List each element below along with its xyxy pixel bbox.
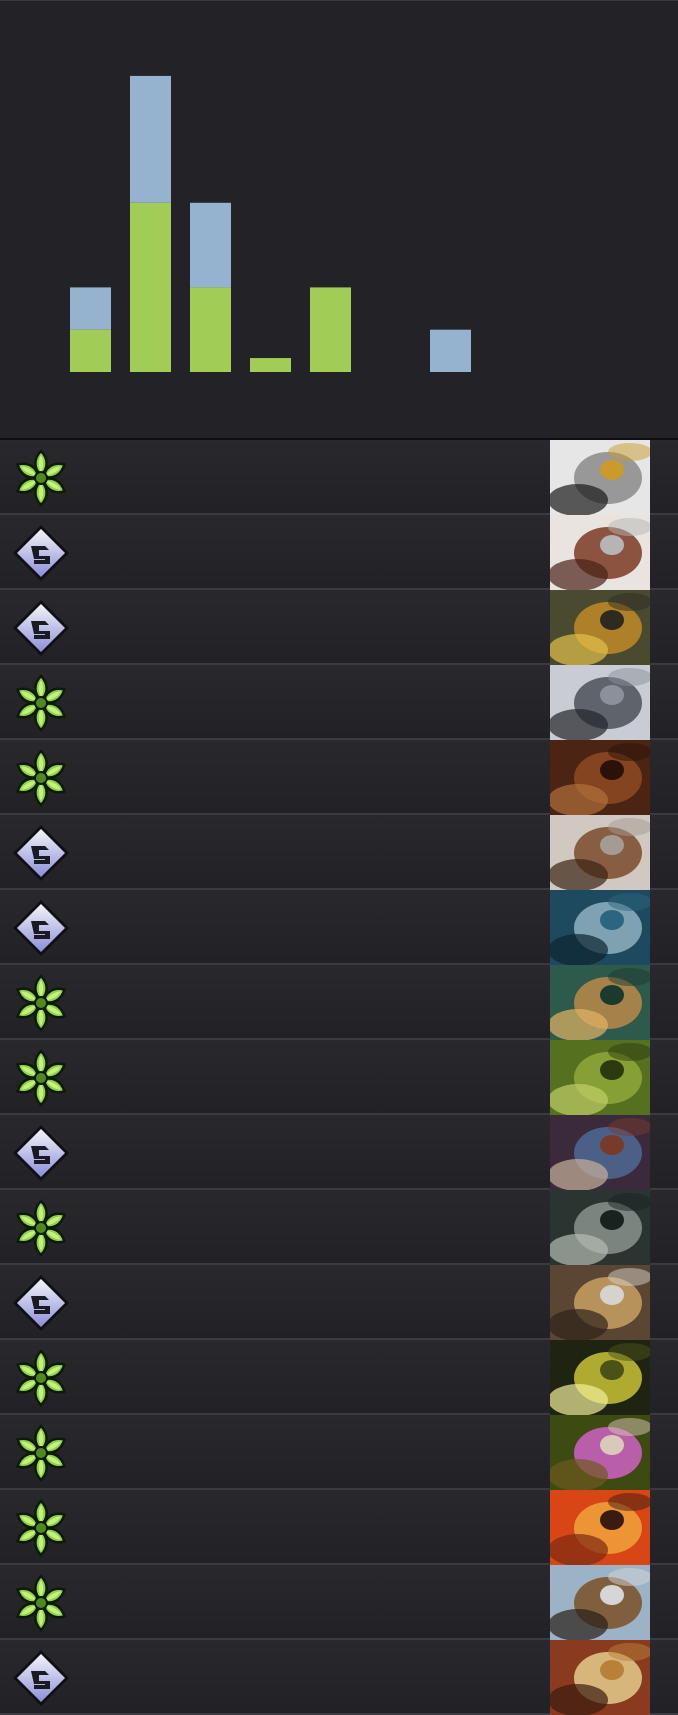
chart-svg [70, 75, 471, 372]
silver-diamond-icon [12, 1124, 70, 1182]
card-art-stone-golem [550, 1190, 650, 1265]
card-row[interactable] [0, 1565, 678, 1640]
card-row[interactable] [0, 1265, 678, 1340]
card-row[interactable] [0, 740, 678, 815]
bar-2-series-1 [130, 202, 171, 372]
bar-5-series-1 [310, 287, 351, 372]
silver-diamond-icon [12, 824, 70, 882]
card-art-owl-eye [550, 440, 650, 515]
card-art-treasure-map [550, 1640, 650, 1715]
card-row[interactable] [0, 1490, 678, 1565]
mana-curve-chart [0, 0, 678, 439]
green-star-icon [12, 1349, 70, 1407]
card-art-forest-creature [550, 1040, 650, 1115]
card-art-scholar [550, 1115, 650, 1190]
card-art-armored-knight [550, 665, 650, 740]
silver-diamond-icon [12, 899, 70, 957]
card-art-dwarf-pair [550, 1265, 650, 1340]
bar-3-series-1 [190, 287, 231, 372]
card-art-brown-beast [550, 740, 650, 815]
card-row[interactable] [0, 515, 678, 590]
silver-diamond-icon [12, 1274, 70, 1332]
bar-2-series-2 [130, 75, 171, 203]
silver-diamond-icon [12, 1649, 70, 1707]
card-row[interactable] [0, 440, 678, 515]
bar-1-series-1 [70, 329, 111, 372]
bar-3-series-2 [190, 202, 231, 288]
green-star-icon [12, 1424, 70, 1482]
bar-4-series-1 [250, 358, 291, 372]
card-row[interactable] [0, 1340, 678, 1415]
card-row[interactable] [0, 665, 678, 740]
bar-7-series-2 [430, 329, 471, 372]
silver-diamond-icon [12, 599, 70, 657]
card-art-dwarf-gold [550, 590, 650, 665]
card-art-flower-skull [550, 1415, 650, 1490]
card-art-fire-blaze [550, 1490, 650, 1565]
card-art-wing-feathers [550, 515, 650, 590]
green-star-icon [12, 449, 70, 507]
card-row[interactable] [0, 1190, 678, 1265]
green-star-icon [12, 1574, 70, 1632]
green-star-icon [12, 1499, 70, 1557]
green-star-icon [12, 1049, 70, 1107]
card-row[interactable] [0, 1115, 678, 1190]
green-star-icon [12, 749, 70, 807]
card-list [0, 440, 678, 1715]
bar-1-series-2 [70, 287, 111, 330]
silver-diamond-icon [12, 524, 70, 582]
card-art-lightning-spark [550, 1340, 650, 1415]
green-star-icon [12, 1199, 70, 1257]
card-art-bear-warriors [550, 965, 650, 1040]
green-star-icon [12, 974, 70, 1032]
card-row[interactable] [0, 1640, 678, 1715]
card-row[interactable] [0, 890, 678, 965]
card-row[interactable] [0, 815, 678, 890]
card-art-viking-helmet [550, 1565, 650, 1640]
card-row[interactable] [0, 1415, 678, 1490]
card-row[interactable] [0, 590, 678, 665]
card-row[interactable] [0, 965, 678, 1040]
card-art-hooded-monk [550, 815, 650, 890]
card-art-stone-statue [550, 890, 650, 965]
card-row[interactable] [0, 1040, 678, 1115]
green-star-icon [12, 674, 70, 732]
